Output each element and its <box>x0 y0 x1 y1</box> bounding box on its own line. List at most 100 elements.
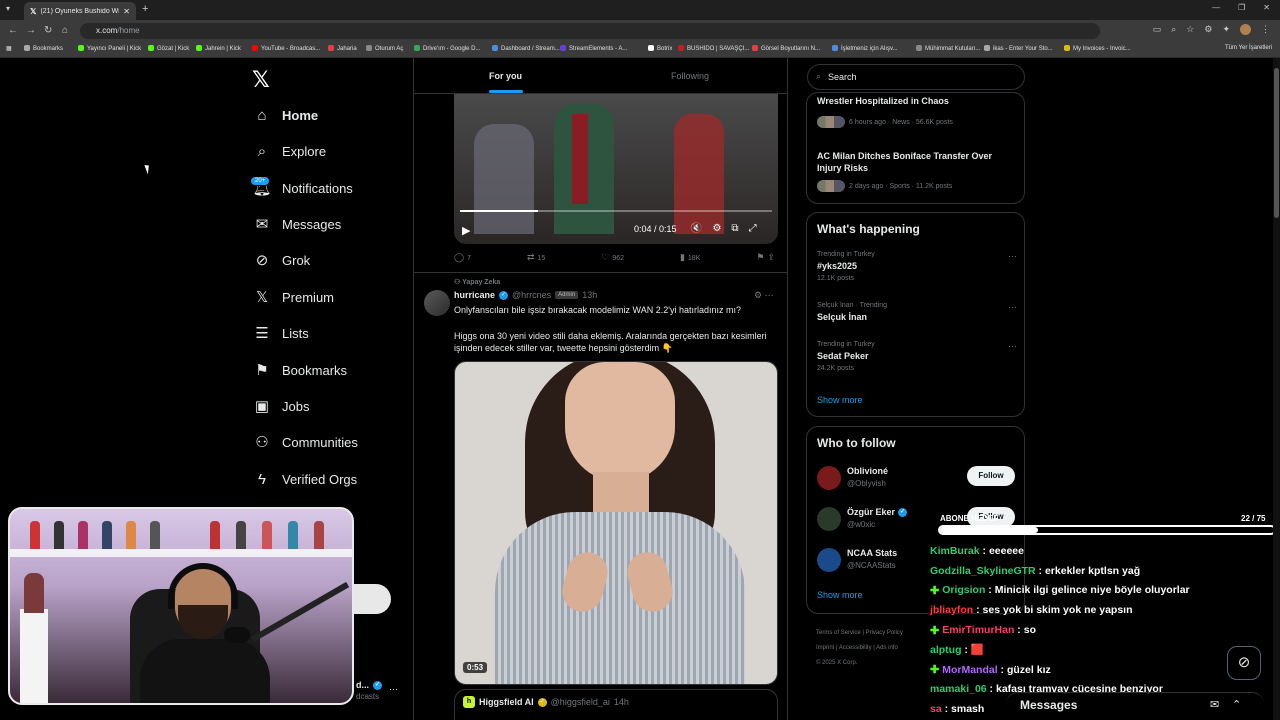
maximize-icon[interactable]: ❐ <box>1238 3 1245 12</box>
account-switcher[interactable]: d... ✓ <box>356 680 382 690</box>
like-button[interactable]: ♡ 962 <box>601 252 624 263</box>
author-handle[interactable]: @hrrcnes <box>512 290 551 300</box>
close-window-icon[interactable]: ✕ <box>1263 3 1270 12</box>
nav-explore[interactable]: ⌕ Explore <box>252 137 326 165</box>
pip-icon[interactable]: ⧉ <box>731 223 738 234</box>
bookmark-post-button[interactable]: ⚑ ⇪ <box>756 252 778 263</box>
x-logo-icon[interactable]: 𝕏 <box>252 68 270 93</box>
author-name[interactable]: hurricane <box>454 290 495 300</box>
bookmark-item[interactable]: My Invoices - Invoic... <box>1064 45 1131 52</box>
messages-drawer[interactable]: Messages ✉ ⌃ <box>1006 692 1264 720</box>
tab-search-icon[interactable]: ▾ <box>6 4 10 13</box>
close-tab-icon[interactable]: ✕ <box>123 7 130 16</box>
all-bookmarks[interactable]: Tüm Yer İşaretleri <box>1225 45 1272 51</box>
bookmark-item[interactable]: Dashboard / Stream... <box>492 45 560 52</box>
puzzle-icon[interactable]: ✦ <box>1222 24 1230 35</box>
suggestion-handle: @NCAAStats <box>847 561 896 570</box>
kebab-menu-icon[interactable]: ⋮ <box>1261 24 1270 35</box>
footer-line[interactable]: Imprint | Accessibility | Ads info <box>816 641 936 656</box>
footer-line[interactable]: Terms of Service | Privacy Policy <box>816 626 936 641</box>
more-options-icon[interactable]: ⚙ ⋯ <box>754 290 774 301</box>
tab-for-you[interactable]: For you <box>489 71 522 81</box>
scrollbar[interactable] <box>1273 58 1280 720</box>
post-time[interactable]: 13h <box>582 290 597 300</box>
avatar[interactable] <box>817 466 841 490</box>
news-title[interactable]: Wrestler Hospitalized in Chaos <box>817 95 1017 107</box>
bookmark-item[interactable]: Jahrein | Kick <box>196 45 241 52</box>
video-player[interactable]: ▶ 0:04 / 0:15 🔇 ⚙ ⧉ ⤢ <box>454 94 778 244</box>
views-button[interactable]: ▮ 18K <box>680 252 700 263</box>
bookmark-item[interactable]: Yayıncı Paneli | Kick <box>78 45 141 52</box>
nav-communities[interactable]: ⚇ Communities <box>252 428 358 456</box>
bookmark-item[interactable]: Jaharia <box>328 45 357 52</box>
follow-suggestion[interactable]: Oblivioné @Oblyvish Follow <box>817 464 1017 494</box>
post-button-partial[interactable] <box>354 584 391 614</box>
more-options-icon[interactable]: ⋯ <box>389 684 398 695</box>
nav-home[interactable]: ⌂ Home <box>252 101 318 129</box>
share-icon[interactable]: ⇪ <box>767 252 775 262</box>
follow-button[interactable]: Follow <box>967 466 1015 486</box>
home-browser-icon[interactable]: ⌂ <box>62 25 68 36</box>
social-context[interactable]: ⚇ Yapay Zeka <box>454 278 500 286</box>
forward-icon[interactable]: → <box>26 25 36 36</box>
bookmark-item[interactable]: Drive'ım - Google D... <box>414 45 481 52</box>
new-tab-icon[interactable]: + <box>142 3 148 15</box>
star-icon[interactable]: ☆ <box>1186 24 1194 35</box>
bookmark-item[interactable]: BUSHIDO | SAVAŞÇI... <box>678 45 749 52</box>
profile-avatar[interactable] <box>1240 24 1251 35</box>
extension-icon[interactable]: ⚙ <box>1204 24 1212 35</box>
nav-grok[interactable]: ⊘ Grok <box>252 246 310 274</box>
bookmark-item[interactable]: StreamElements - A... <box>560 45 627 52</box>
bookmark-item[interactable]: YouTube - Broadcas... <box>252 45 320 52</box>
show-more-link[interactable]: Show more <box>817 395 863 405</box>
url-field[interactable]: x.com/home <box>80 23 1100 39</box>
new-message-icon[interactable]: ✉ <box>1210 698 1219 711</box>
bookmark-item[interactable]: ikas - Enter Your Sto... <box>984 45 1053 52</box>
apps-icon[interactable]: ▦ <box>6 45 12 52</box>
browser-tab[interactable]: 𝕏 (21) Oyuneks Bushido Wildcats ✕ <box>24 2 136 20</box>
nav-lists[interactable]: ☰ Lists <box>252 319 308 347</box>
minimize-icon[interactable]: — <box>1212 3 1220 12</box>
video-progress-bar[interactable] <box>460 210 772 212</box>
bookmark-item[interactable]: Mühimmat Kutuları... <box>916 45 980 52</box>
bookmark-item[interactable]: İşletmeniz için Alışv... <box>832 45 898 52</box>
bookmark-item[interactable]: Oturum Aç <box>366 45 403 52</box>
post-video[interactable]: 0:53 <box>454 361 778 685</box>
nav-verified-orgs[interactable]: ϟ Verified Orgs <box>252 465 357 493</box>
grok-icon[interactable]: ⊘ <box>1227 646 1261 680</box>
bookmark-item[interactable]: Botrix <box>648 45 672 52</box>
reload-icon[interactable]: ↻ <box>44 25 52 36</box>
repost-button[interactable]: ⇄ 15 <box>527 252 545 263</box>
avatar[interactable] <box>424 290 450 316</box>
more-options-icon[interactable]: ⋯ <box>1008 302 1017 313</box>
nav-messages[interactable]: ✉ Messages <box>252 210 342 238</box>
trend-item[interactable]: Selçuk İnan · Trending Selçuk İnan ⋯ <box>817 302 1017 326</box>
bookmark-item[interactable]: Gözat | Kick <box>148 45 189 52</box>
tab-following[interactable]: Following <box>671 71 709 81</box>
quoted-post[interactable]: h Higgsfield AI ✓ @higgsfield_ai 14h <box>454 689 778 720</box>
settings-icon[interactable]: ⚙ <box>712 223 721 234</box>
cast-icon[interactable]: ▭ <box>1153 24 1162 35</box>
avatar[interactable] <box>817 507 841 531</box>
nav-bookmarks[interactable]: ⚑ Bookmarks <box>252 356 347 384</box>
nav-jobs[interactable]: ▣ Jobs <box>252 392 310 420</box>
expand-icon[interactable]: ⌃ <box>1232 698 1241 711</box>
fullscreen-icon[interactable]: ⤢ <box>749 223 757 234</box>
show-more-link[interactable]: Show more <box>817 590 863 600</box>
back-icon[interactable]: ← <box>8 25 18 36</box>
scrollbar-thumb[interactable] <box>1274 68 1279 218</box>
more-options-icon[interactable]: ⋯ <box>1008 251 1017 262</box>
play-icon[interactable]: ▶ <box>462 224 470 237</box>
mute-icon[interactable]: 🔇 <box>690 223 702 234</box>
bookmark-item[interactable]: Görsel Boyutlarını N... <box>752 45 820 52</box>
news-title[interactable]: AC Milan Ditches Boniface Transfer Over … <box>817 150 1017 174</box>
avatar[interactable] <box>817 548 841 572</box>
reply-button[interactable]: ◯ 7 <box>454 252 471 263</box>
more-options-icon[interactable]: ⋯ <box>1008 341 1017 352</box>
search-input[interactable]: ⌕ Search <box>807 64 1025 90</box>
trend-item[interactable]: Trending in Turkey #yks2025 12.1K posts ⋯ <box>817 251 1017 282</box>
zoom-icon[interactable]: ⌕ <box>1171 24 1176 35</box>
trend-item[interactable]: Trending in Turkey Sedat Peker 24.2K posts… <box>817 341 1017 372</box>
bookmark-item[interactable]: Bookmarks <box>24 45 63 52</box>
nav-premium[interactable]: 𝕏 Premium <box>252 283 334 311</box>
